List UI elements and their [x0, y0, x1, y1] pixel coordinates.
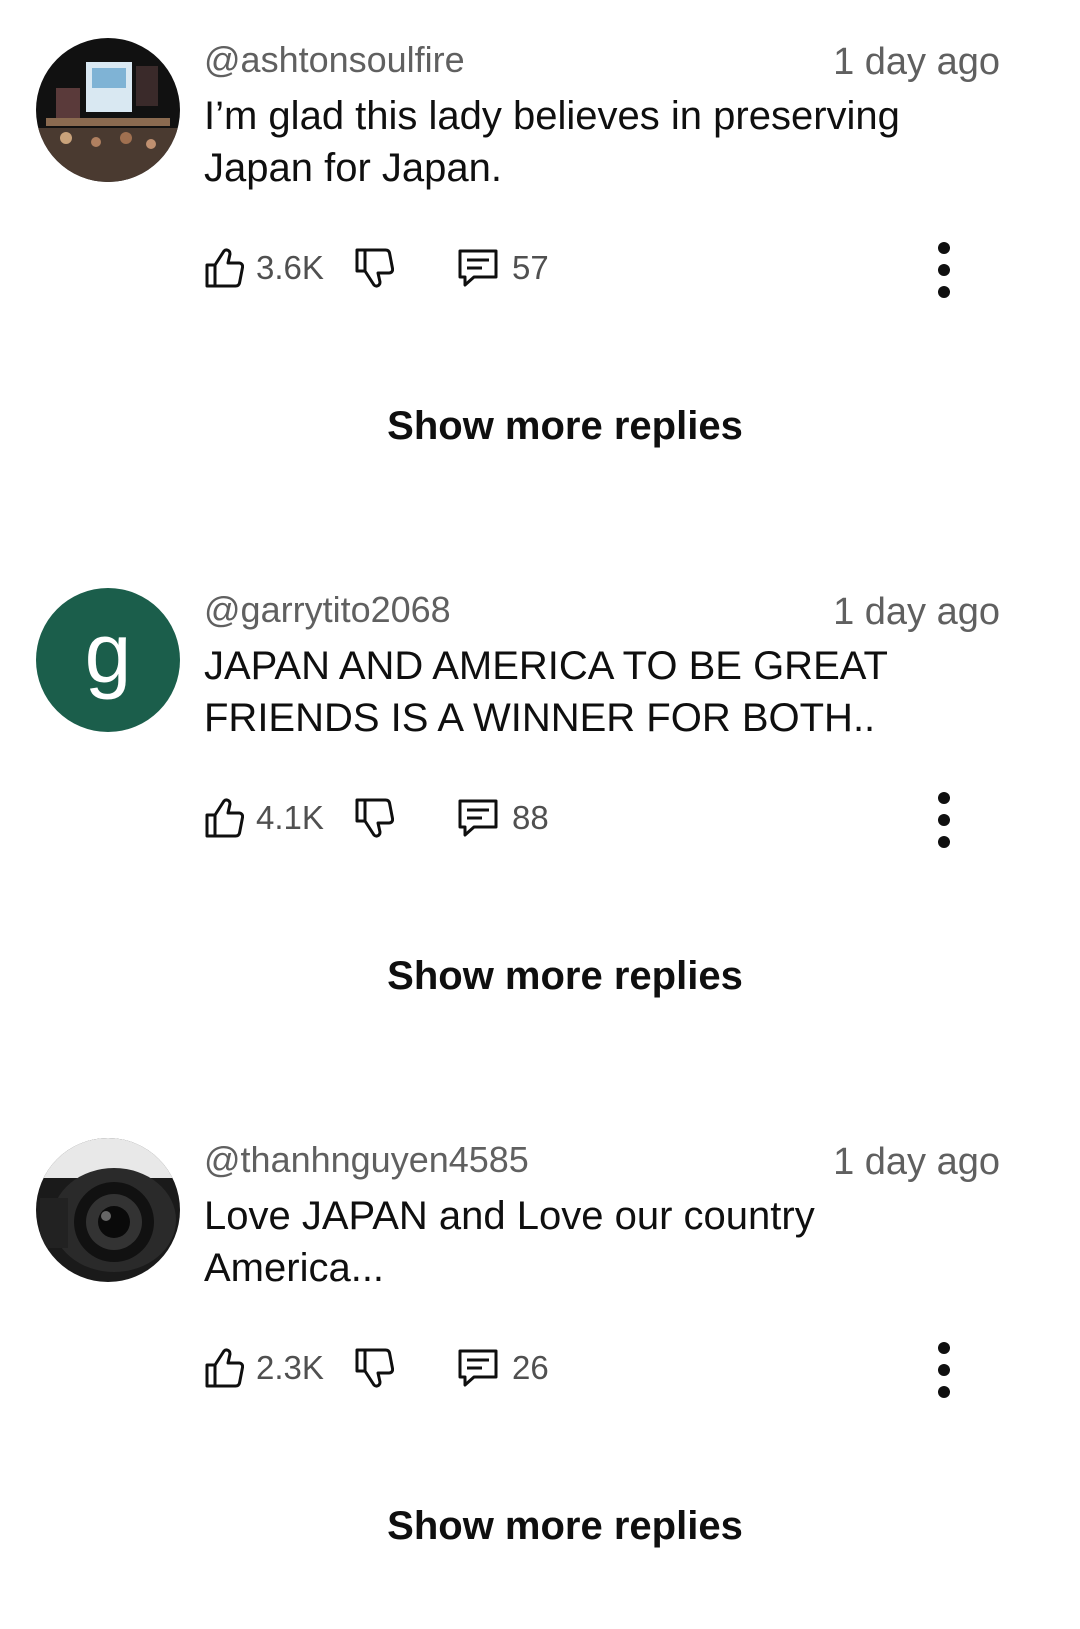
- thumb-down-icon: [355, 1348, 394, 1388]
- like-button[interactable]: 2.3K: [204, 1340, 324, 1396]
- comment-text: JAPAN AND AMERICA TO BE GREAT FRIENDS IS…: [204, 640, 964, 744]
- comment-text-line: Japan for Japan.: [204, 146, 502, 190]
- reply-button[interactable]: 26: [456, 1340, 549, 1396]
- comment-item: @thanhnguyen4585 1 day ago Love JAPAN an…: [0, 1138, 1080, 1398]
- reply-count: 88: [512, 799, 549, 836]
- comment-text-line: I’m glad this lady believes in preservin…: [204, 94, 900, 138]
- comment-time: 1 day ago: [833, 41, 1000, 83]
- show-more-replies-button[interactable]: Show more replies: [0, 404, 1080, 449]
- comment-text: Love JAPAN and Love our country America.…: [204, 1190, 964, 1294]
- avatar-photo: [36, 38, 180, 182]
- more-options-button[interactable]: [924, 1340, 964, 1400]
- comment-item: @ashtonsoulfire 1 day ago I’m glad this …: [0, 38, 1080, 298]
- dislike-button[interactable]: [354, 790, 394, 846]
- like-count: 2.3K: [256, 1349, 324, 1386]
- thumb-down-icon: [355, 798, 394, 838]
- comment-actions: 3.6K 57: [204, 240, 1004, 298]
- like-count: 3.6K: [256, 249, 324, 286]
- avatar-photo: [36, 1138, 180, 1282]
- reply-button[interactable]: 57: [456, 240, 549, 296]
- dislike-button[interactable]: [354, 240, 394, 296]
- show-more-replies-button[interactable]: Show more replies: [0, 1504, 1080, 1549]
- thumb-up-icon: [205, 1348, 244, 1388]
- thumb-up-icon: [205, 248, 244, 288]
- comment-icon: [458, 799, 498, 837]
- thumb-down-icon: [355, 248, 394, 288]
- show-more-replies-button[interactable]: Show more replies: [0, 954, 1080, 999]
- more-options-button[interactable]: [924, 240, 964, 300]
- more-vert-icon: [938, 1342, 950, 1398]
- comment-icon: [458, 1349, 498, 1387]
- reply-count: 26: [512, 1349, 549, 1386]
- more-vert-icon: [938, 792, 950, 848]
- more-options-button[interactable]: [924, 790, 964, 850]
- avatar[interactable]: [36, 38, 180, 182]
- comment-time: 1 day ago: [833, 1141, 1000, 1183]
- reply-count: 57: [512, 249, 549, 286]
- comment-author[interactable]: @ashtonsoulfire: [204, 38, 465, 82]
- comment-author[interactable]: @thanhnguyen4585: [204, 1138, 529, 1182]
- avatar[interactable]: [36, 1138, 180, 1282]
- comment-text-line: Love JAPAN and Love our country: [204, 1194, 815, 1238]
- avatar-letter: g: [36, 588, 180, 732]
- like-count: 4.1K: [256, 799, 324, 836]
- comment-time: 1 day ago: [833, 591, 1000, 633]
- avatar[interactable]: g: [36, 588, 180, 732]
- comment-text-line: JAPAN AND AMERICA TO BE GREAT: [204, 644, 888, 688]
- comment-actions: 2.3K 26: [204, 1340, 1004, 1398]
- like-button[interactable]: 4.1K: [204, 790, 324, 846]
- comment-item: g @garrytito2068 1 day ago JAPAN AND AME…: [0, 588, 1080, 848]
- dislike-button[interactable]: [354, 1340, 394, 1396]
- reply-button[interactable]: 88: [456, 790, 549, 846]
- comment-icon: [458, 249, 498, 287]
- comment-actions: 4.1K 88: [204, 790, 1004, 848]
- comment-text-line: America...: [204, 1246, 385, 1290]
- comment-text: I’m glad this lady believes in preservin…: [204, 90, 964, 194]
- comment-text-line: FRIENDS IS A WINNER FOR BOTH..: [204, 696, 876, 740]
- comment-author[interactable]: @garrytito2068: [204, 588, 451, 632]
- like-button[interactable]: 3.6K: [204, 240, 324, 296]
- more-vert-icon: [938, 242, 950, 298]
- thumb-up-icon: [205, 798, 244, 838]
